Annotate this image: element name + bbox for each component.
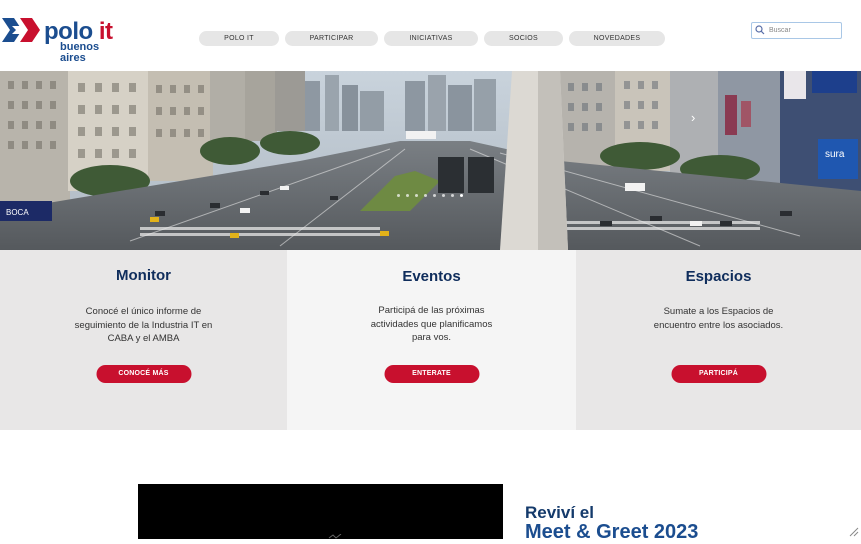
logo-mark-icon (2, 18, 40, 42)
card-title: Espacios (685, 268, 752, 285)
hero-banner: sura BOCA › (0, 71, 861, 250)
card-description: Sumate a los Espacios de encuentro entre… (653, 306, 784, 331)
carousel-dot-icon[interactable] (397, 194, 400, 197)
card-description: Conocé el único informe de seguimiento d… (74, 306, 213, 344)
video-player[interactable] (138, 484, 503, 539)
site-header: polo it buenos aires POLO IT PARTICIPAR … (0, 0, 861, 71)
promo-heading-line2: Meet & Greet 2023 (525, 521, 699, 543)
boca-sign: BOCA (6, 208, 29, 217)
carousel-dot-icon[interactable] (433, 194, 436, 197)
card-description: Participá de las próximas actividades qu… (370, 305, 493, 343)
carousel-dot-icon[interactable] (406, 194, 409, 197)
search-icon[interactable] (755, 25, 765, 35)
carousel-dot-icon[interactable] (424, 194, 427, 197)
nav-item-iniciativas[interactable]: INICIATIVAS (384, 31, 478, 46)
polo-it-logo[interactable]: polo it buenos aires (0, 12, 125, 64)
card-title: Monitor (116, 267, 171, 284)
carousel-dot-icon[interactable] (460, 194, 463, 197)
carousel-dot-icon[interactable] (442, 194, 445, 197)
carousel-dot-icon[interactable] (415, 194, 418, 197)
video-thumbnail-mark-icon (328, 534, 342, 539)
nav-item-polo-it[interactable]: POLO IT (199, 31, 279, 46)
search-box[interactable] (751, 22, 842, 39)
chevron-right-icon[interactable]: › (691, 111, 695, 124)
card-espacios: Espacios Sumate a los Espacios de encuen… (576, 250, 861, 430)
card-title: Eventos (402, 268, 461, 285)
carousel-dot-icon[interactable] (451, 194, 454, 197)
conoce-mas-button[interactable]: CONOCÉ MÁS (96, 365, 191, 383)
sura-sign: sura (825, 149, 845, 160)
card-eventos: Eventos Participá de las próximas activi… (287, 250, 576, 430)
nav-item-novedades[interactable]: NOVEDADES (569, 31, 665, 46)
resize-handle-icon[interactable] (849, 527, 859, 537)
enterate-button[interactable]: ENTERATE (384, 365, 479, 383)
search-input[interactable] (769, 23, 837, 38)
nav-item-socios[interactable]: SOCIOS (484, 31, 563, 46)
feature-cards: Monitor Conocé el único informe de segui… (0, 250, 861, 430)
card-monitor: Monitor Conocé el único informe de segui… (0, 250, 287, 430)
hero-city-image: sura BOCA (0, 71, 861, 250)
participa-button[interactable]: PARTICIPÁ (671, 365, 766, 383)
logo-subtitle: buenos aires (60, 41, 100, 64)
nav-item-participar[interactable]: PARTICIPAR (285, 31, 378, 46)
